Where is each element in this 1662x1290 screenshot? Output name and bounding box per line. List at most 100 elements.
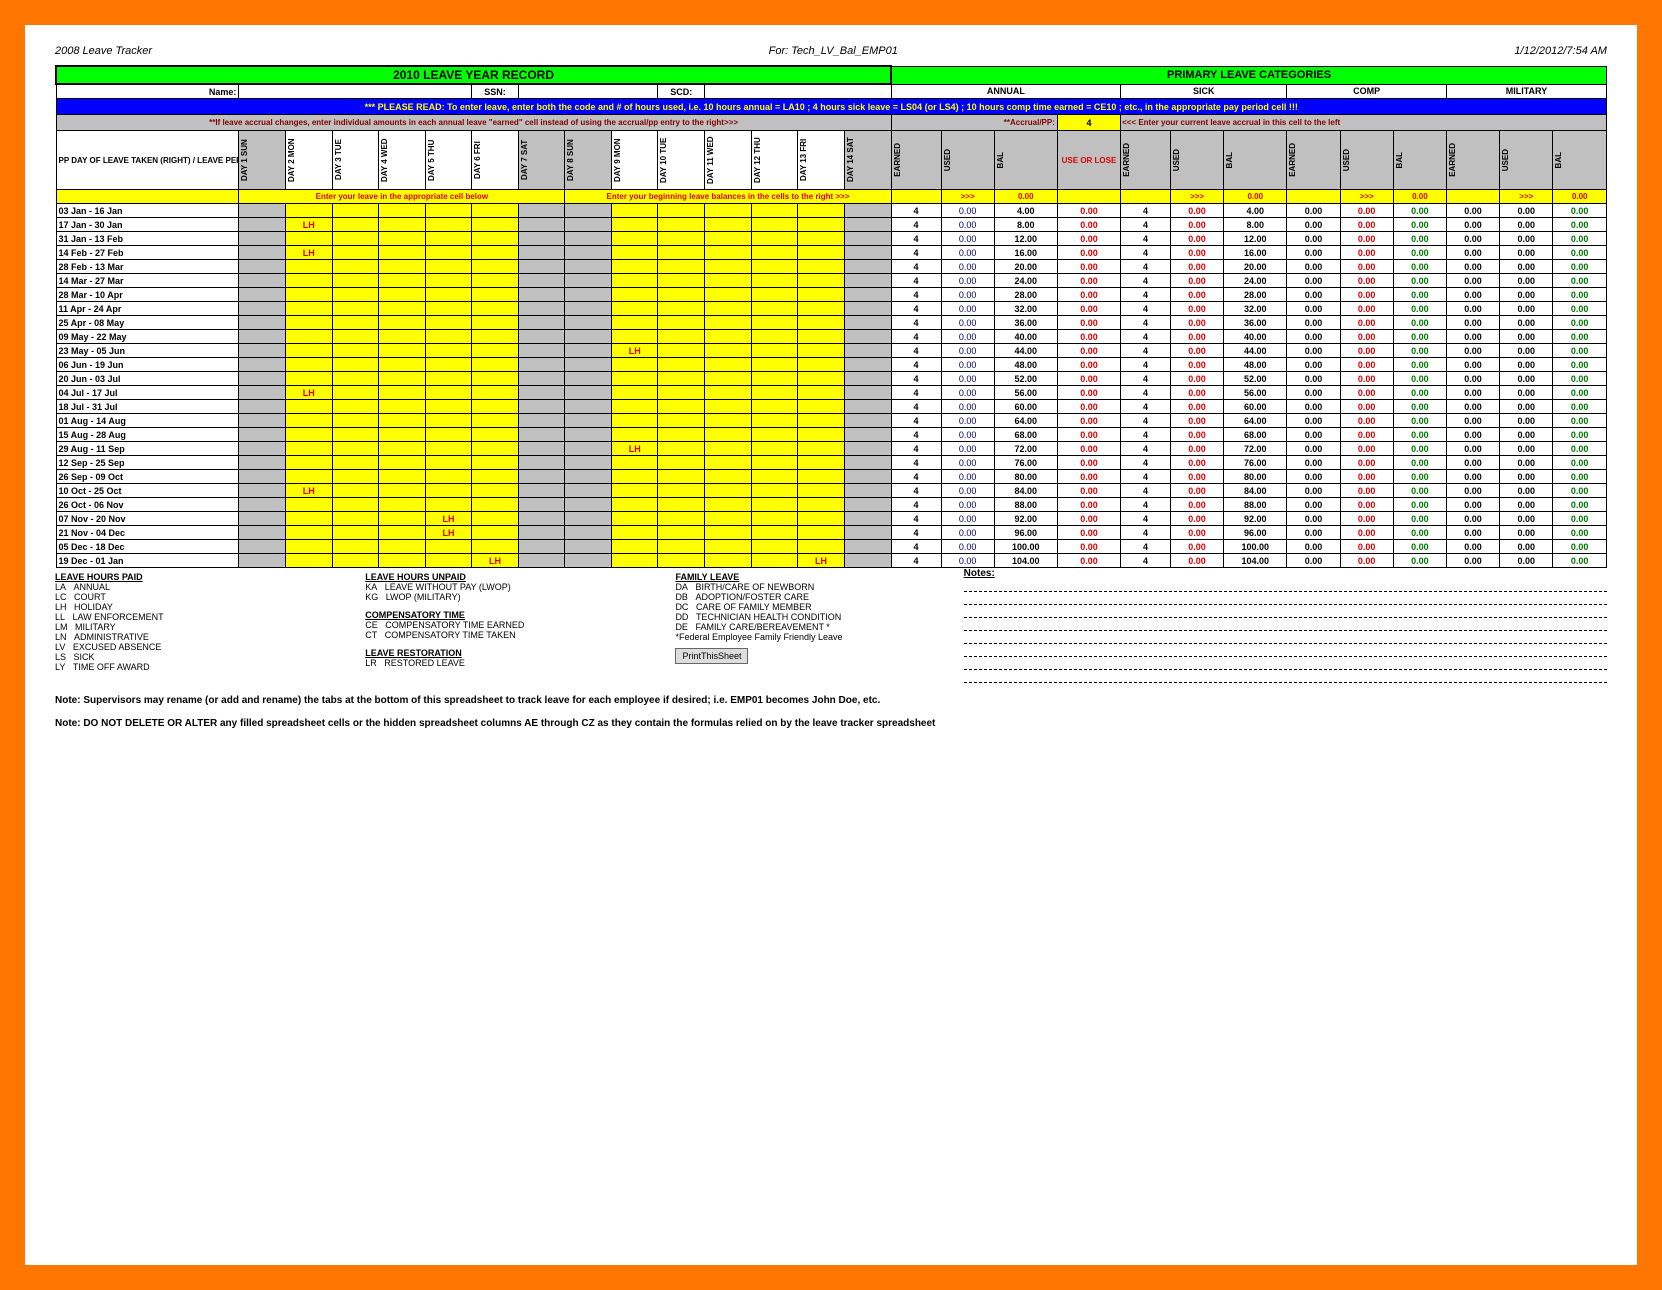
day-cell[interactable] [705, 358, 752, 372]
day-cell[interactable] [751, 540, 798, 554]
day-cell[interactable] [332, 498, 379, 512]
day-cell[interactable] [798, 372, 845, 386]
day-cell[interactable] [518, 456, 565, 470]
day-cell[interactable] [798, 414, 845, 428]
day-cell[interactable] [332, 232, 379, 246]
day-cell[interactable] [472, 344, 519, 358]
day-cell[interactable] [705, 288, 752, 302]
day-cell[interactable] [658, 554, 705, 568]
day-cell[interactable] [518, 344, 565, 358]
day-cell[interactable] [518, 330, 565, 344]
day-cell[interactable] [332, 442, 379, 456]
day-cell[interactable] [518, 260, 565, 274]
day-cell[interactable] [239, 484, 286, 498]
day-cell[interactable] [611, 358, 658, 372]
day-cell[interactable] [565, 540, 612, 554]
day-cell[interactable] [565, 484, 612, 498]
day-cell[interactable] [285, 204, 332, 218]
day-cell[interactable] [518, 316, 565, 330]
day-cell[interactable] [332, 288, 379, 302]
day-cell[interactable] [658, 428, 705, 442]
day-cell[interactable] [332, 428, 379, 442]
day-cell[interactable] [379, 386, 426, 400]
day-cell[interactable] [425, 358, 472, 372]
day-cell[interactable] [472, 260, 519, 274]
day-cell[interactable] [798, 316, 845, 330]
day-cell[interactable] [518, 400, 565, 414]
day-cell[interactable] [332, 512, 379, 526]
day-cell[interactable] [844, 274, 891, 288]
day-cell[interactable] [379, 204, 426, 218]
day-cell[interactable] [565, 288, 612, 302]
day-cell[interactable] [751, 232, 798, 246]
day-cell[interactable] [285, 554, 332, 568]
day-cell[interactable] [798, 246, 845, 260]
day-cell[interactable] [425, 442, 472, 456]
day-cell[interactable] [705, 204, 752, 218]
day-cell[interactable] [798, 540, 845, 554]
day-cell[interactable] [332, 204, 379, 218]
day-cell[interactable] [565, 498, 612, 512]
day-cell[interactable] [285, 274, 332, 288]
day-cell[interactable] [611, 218, 658, 232]
day-cell[interactable] [565, 512, 612, 526]
day-cell[interactable] [844, 526, 891, 540]
day-cell[interactable] [565, 274, 612, 288]
day-cell[interactable] [472, 232, 519, 246]
day-cell[interactable] [844, 302, 891, 316]
day-cell[interactable] [518, 442, 565, 456]
day-cell[interactable] [239, 456, 286, 470]
day-cell[interactable] [844, 218, 891, 232]
day-cell[interactable] [705, 316, 752, 330]
day-cell[interactable] [751, 260, 798, 274]
day-cell[interactable] [611, 288, 658, 302]
day-cell[interactable] [239, 414, 286, 428]
day-cell[interactable] [239, 540, 286, 554]
day-cell[interactable] [518, 512, 565, 526]
day-cell[interactable] [844, 232, 891, 246]
day-cell[interactable] [705, 456, 752, 470]
day-cell[interactable] [844, 330, 891, 344]
day-cell[interactable] [705, 372, 752, 386]
day-cell[interactable] [565, 316, 612, 330]
day-cell[interactable] [239, 246, 286, 260]
day-cell[interactable] [472, 540, 519, 554]
day-cell[interactable] [611, 400, 658, 414]
day-cell[interactable] [425, 554, 472, 568]
day-cell[interactable] [798, 288, 845, 302]
day-cell[interactable] [705, 414, 752, 428]
day-cell[interactable] [425, 302, 472, 316]
day-cell[interactable] [285, 358, 332, 372]
day-cell[interactable] [705, 246, 752, 260]
day-cell[interactable] [379, 554, 426, 568]
day-cell[interactable] [751, 386, 798, 400]
day-cell[interactable] [611, 428, 658, 442]
day-cell[interactable] [844, 246, 891, 260]
day-cell[interactable] [425, 204, 472, 218]
day-cell[interactable] [705, 400, 752, 414]
day-cell[interactable] [285, 470, 332, 484]
day-cell[interactable] [751, 526, 798, 540]
day-cell[interactable] [751, 204, 798, 218]
ssn-input[interactable] [518, 84, 658, 99]
day-cell[interactable] [658, 246, 705, 260]
accrual-value[interactable]: 4 [1057, 115, 1120, 131]
day-cell[interactable] [751, 358, 798, 372]
day-cell[interactable] [611, 484, 658, 498]
day-cell[interactable] [472, 484, 519, 498]
day-cell[interactable] [658, 288, 705, 302]
day-cell[interactable] [332, 358, 379, 372]
day-cell[interactable] [379, 260, 426, 274]
day-cell[interactable] [798, 302, 845, 316]
day-cell[interactable] [425, 428, 472, 442]
day-cell[interactable] [285, 498, 332, 512]
day-cell[interactable] [332, 246, 379, 260]
day-cell[interactable] [285, 400, 332, 414]
day-cell[interactable] [472, 428, 519, 442]
day-cell[interactable] [379, 372, 426, 386]
day-cell[interactable] [285, 512, 332, 526]
day-cell[interactable] [798, 526, 845, 540]
day-cell[interactable] [239, 232, 286, 246]
day-cell[interactable] [472, 400, 519, 414]
day-cell[interactable]: LH [425, 526, 472, 540]
